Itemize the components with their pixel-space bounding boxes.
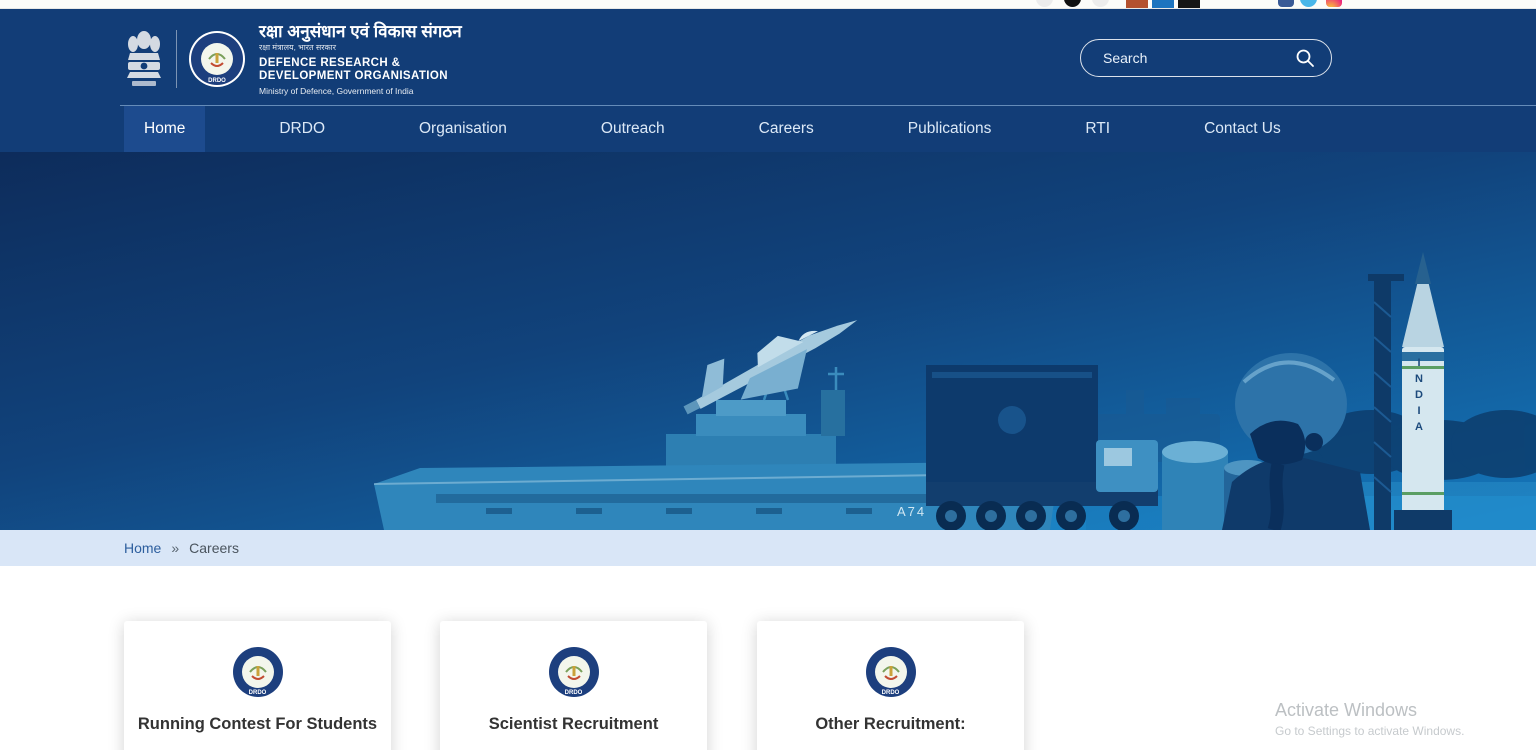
top-utility-strip: [0, 0, 1536, 9]
drdo-logo-icon: DRDO: [189, 31, 245, 87]
instagram-icon[interactable]: [1326, 0, 1342, 7]
card-running-contest[interactable]: DRDO Running Contest For Students: [124, 621, 391, 750]
nav-item-publications[interactable]: Publications: [888, 106, 1012, 152]
org-name-en-line2: DEVELOPMENT ORGANISATION: [259, 70, 448, 82]
drdo-logo-label: DRDO: [208, 78, 226, 84]
drdo-logo-icon: DRDO: [546, 645, 601, 699]
site-header: DRDO रक्षा अनुसंधान एवं विकास संगठन रक्ष…: [0, 9, 1536, 105]
org-name-en-line1: DEFENCE RESEARCH &: [259, 57, 401, 69]
search-input[interactable]: [1081, 50, 1289, 66]
drdo-logo-icon: DRDO: [230, 645, 285, 699]
nav-item-outreach[interactable]: Outreach: [581, 106, 685, 152]
missile-india-label: INDIA: [1413, 357, 1425, 437]
nav-item-organisation[interactable]: Organisation: [399, 106, 527, 152]
windows-activation-watermark: Activate Windows Go to Settings to activ…: [1275, 700, 1464, 738]
drdo-logo-icon: DRDO: [863, 645, 918, 699]
drdo-logo-label: DRDO: [881, 690, 900, 696]
brand-text: रक्षा अनुसंधान एवं विकास संगठन रक्षा मंत…: [259, 22, 462, 96]
theme-orange-icon[interactable]: [1126, 0, 1148, 8]
breadcrumb-current: Careers: [189, 540, 239, 556]
card-title: Scientist Recruitment: [488, 715, 659, 733]
brand-block[interactable]: DRDO रक्षा अनुसंधान एवं विकास संगठन रक्ष…: [124, 22, 462, 96]
radar-truck: [926, 365, 1158, 530]
facebook-icon[interactable]: [1278, 0, 1294, 7]
breadcrumb-separator: »: [171, 540, 180, 556]
ship-hull-marking: A74: [897, 504, 927, 519]
breadcrumb: Home » Careers: [0, 530, 1536, 566]
watermark-line2: Go to Settings to activate Windows.: [1275, 724, 1465, 738]
ashoka-emblem-icon: [127, 31, 161, 86]
drdo-logo-emblem: [881, 666, 900, 680]
card-title: Running Contest For Students: [137, 715, 378, 733]
hero-banner: Careers A74 INDIA: [0, 152, 1536, 530]
font-default-icon[interactable]: [1064, 0, 1081, 7]
drdo-careers-page: DRDO रक्षा अनुसंधान एवं विकास संगठन रक्ष…: [0, 0, 1536, 750]
watermark-line1: Activate Windows: [1275, 700, 1418, 720]
theme-dark-icon[interactable]: [1178, 0, 1200, 8]
font-increase-icon[interactable]: [1092, 0, 1109, 7]
nav-item-home[interactable]: Home: [124, 106, 206, 152]
twitter-icon[interactable]: [1300, 0, 1317, 7]
drdo-logo-label: DRDO: [248, 690, 267, 696]
drdo-logo-emblem: [248, 666, 267, 680]
font-decrease-icon[interactable]: [1036, 0, 1053, 7]
military-collage-image: [373, 252, 1536, 530]
nav-item-contact-us[interactable]: Contact Us: [1184, 106, 1301, 152]
search-button[interactable]: [1289, 48, 1331, 68]
main-navigation: Home DRDO Organisation Outreach Careers …: [0, 105, 1536, 152]
drdo-logo-emblem: [564, 666, 583, 680]
nav-item-rti[interactable]: RTI: [1065, 106, 1130, 152]
drdo-logo-label: DRDO: [564, 690, 583, 696]
card-scientist-recruitment[interactable]: DRDO Scientist Recruitment: [440, 621, 707, 750]
ministry-en: Ministry of Defence, Government of India: [259, 86, 414, 96]
search-box: [1080, 39, 1332, 77]
theme-blue-icon[interactable]: [1152, 0, 1174, 8]
card-title: Other Recruitment:: [815, 715, 966, 733]
brand-divider: [176, 30, 177, 88]
nav-items: Home DRDO Organisation Outreach Careers …: [124, 106, 1355, 152]
org-name-hindi: रक्षा अनुसंधान एवं विकास संगठन: [259, 22, 462, 41]
drdo-logo-emblem: [208, 53, 226, 67]
card-other-recruitment[interactable]: DRDO Other Recruitment:: [757, 621, 1024, 750]
nav-item-drdo[interactable]: DRDO: [259, 106, 345, 152]
ministry-hindi: रक्षा मंत्रालय, भारत सरकार: [259, 43, 337, 52]
search-icon: [1296, 49, 1314, 67]
breadcrumb-home-link[interactable]: Home: [124, 540, 161, 556]
nav-item-careers[interactable]: Careers: [739, 106, 834, 152]
